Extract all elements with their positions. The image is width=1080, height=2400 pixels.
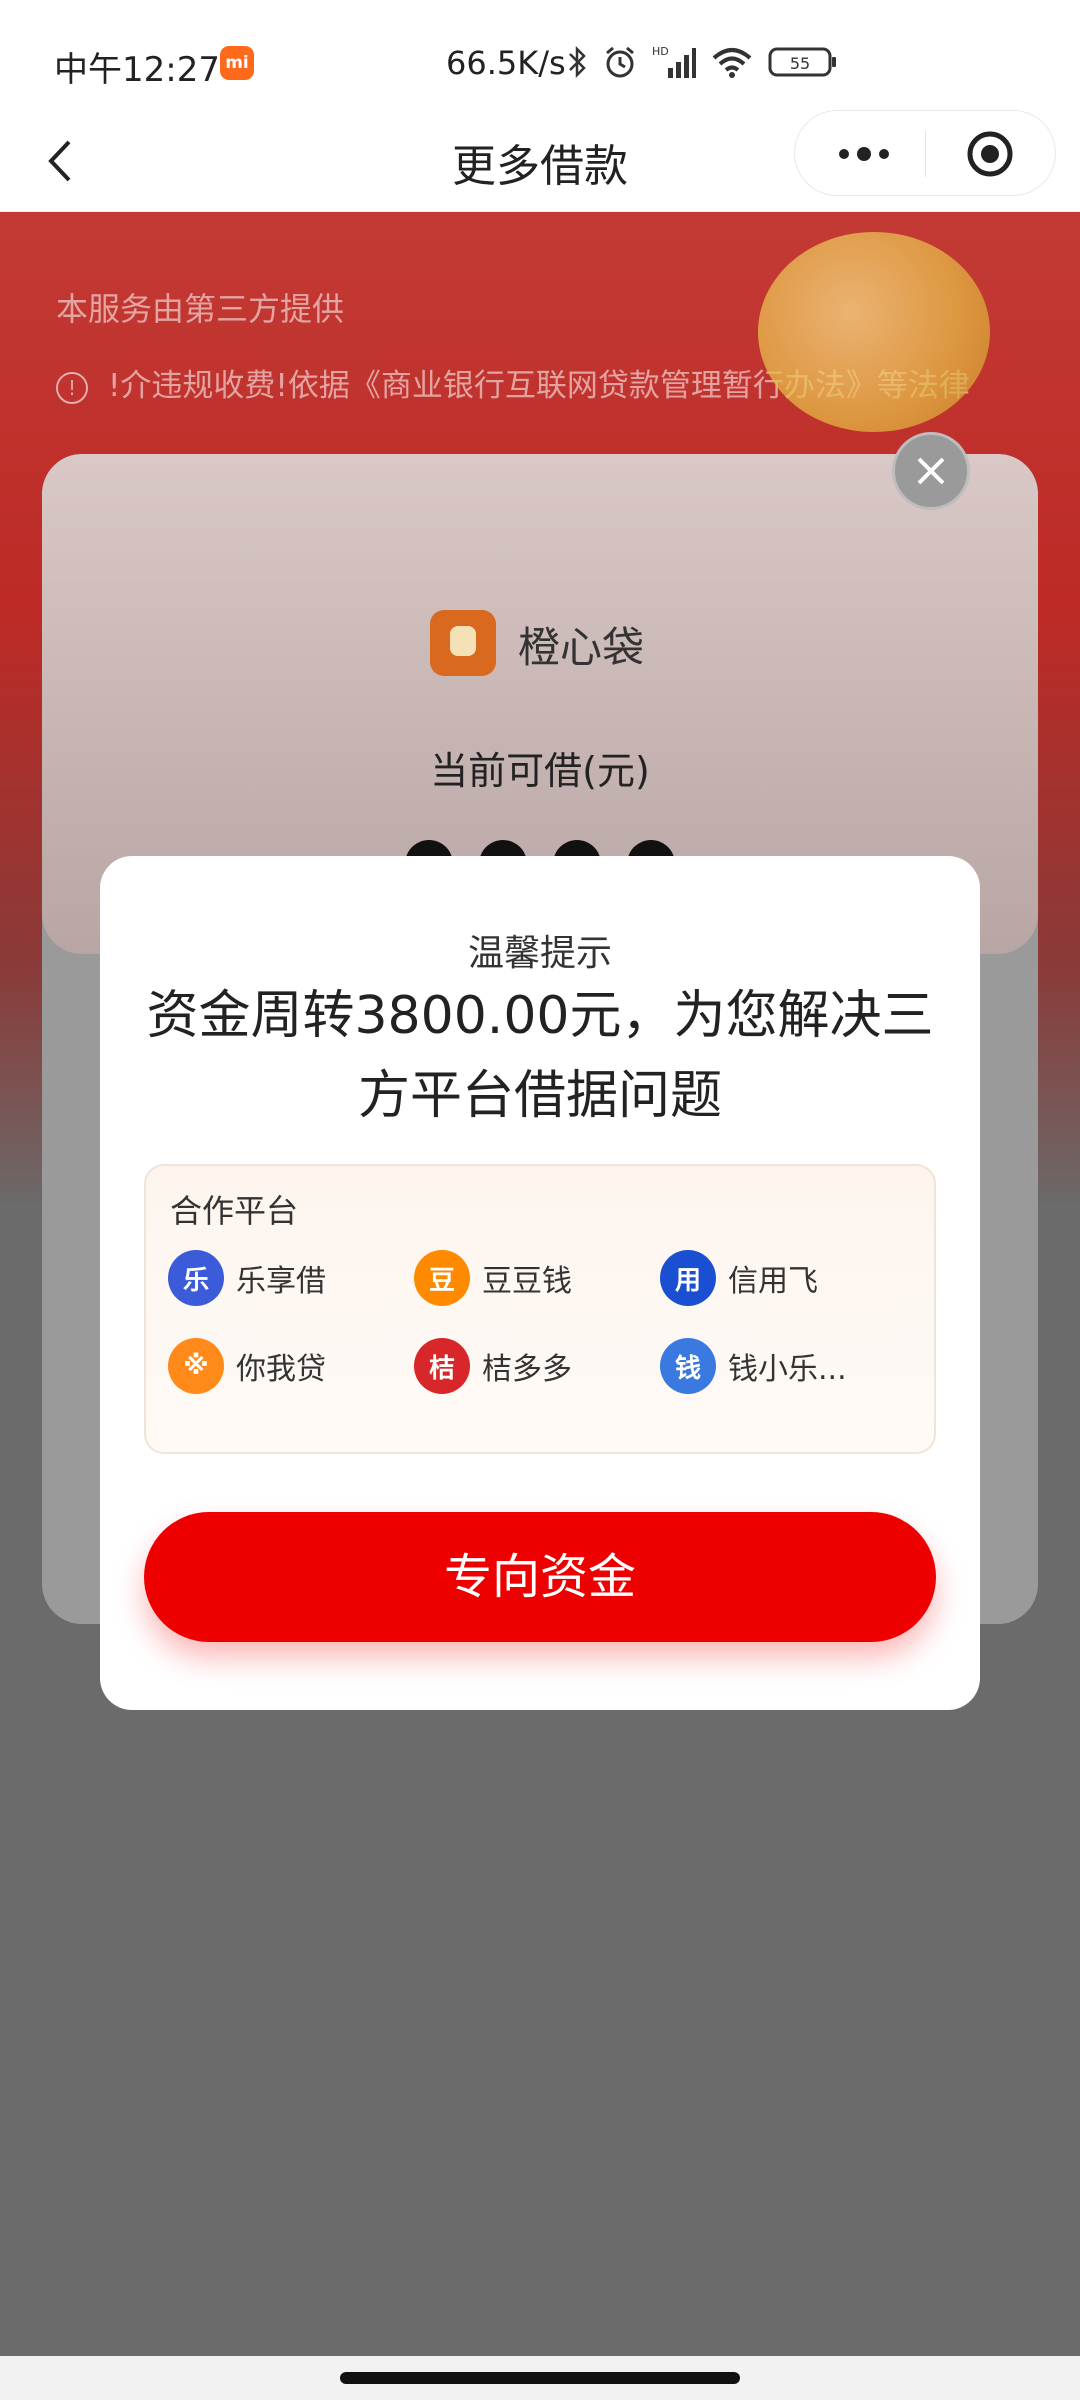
- partner-name: 桔多多: [482, 1352, 572, 1387]
- mi-app-icon: mi: [220, 46, 254, 80]
- wifi-icon: [712, 48, 752, 78]
- warning-icon: !: [56, 371, 88, 404]
- partner-name: 乐享借: [236, 1264, 326, 1299]
- alarm-icon: [606, 46, 634, 78]
- juduoduo-icon: 桔: [414, 1338, 470, 1394]
- lender-logo-icon: [430, 610, 496, 676]
- more-button[interactable]: [809, 111, 919, 197]
- dialog-subtitle: 温馨提示: [467, 933, 612, 974]
- network-speed: 66.5K/s: [446, 44, 566, 82]
- title-bar: 更多借款: [0, 110, 1080, 212]
- doudouqian-icon: 豆: [414, 1250, 470, 1306]
- available-amount-label: 当前可借(元): [430, 749, 650, 793]
- battery-level: 55: [790, 54, 810, 73]
- status-bar: 中午12:27 mi 66.5K/s HD 55: [0, 0, 1080, 110]
- hd-signal-icon: HD: [652, 45, 696, 78]
- capsule-divider: [925, 131, 926, 177]
- partner-name: 你我贷: [236, 1352, 326, 1387]
- xinyongfei-icon: 用: [660, 1250, 716, 1306]
- svg-text:HD: HD: [652, 45, 669, 58]
- lender-name: 橙心袋: [518, 623, 645, 672]
- partner-item[interactable]: 乐 乐享借: [168, 1250, 414, 1306]
- partner-heading: 合作平台: [170, 1192, 299, 1230]
- system-nav-bar: [0, 2356, 1080, 2400]
- battery-icon: 55: [768, 47, 836, 77]
- partner-item[interactable]: 用 信用飞: [660, 1250, 906, 1306]
- provider-note: 本服务由第三方提供: [56, 290, 345, 328]
- home-indicator[interactable]: [340, 2372, 740, 2384]
- dialog-title: 资金周转3800.00元，为您解决三方平台借据问题: [146, 986, 934, 1126]
- lexiangjie-icon: 乐: [168, 1250, 224, 1306]
- miniprogram-capsule: [794, 110, 1056, 196]
- bluetooth-icon: [569, 45, 586, 79]
- partner-grid: 乐 乐享借 豆 豆豆钱 用 信用飞 ※ 你我贷 桔 桔多多 钱 钱小乐...: [168, 1250, 928, 1394]
- status-icons: HD 55: [566, 40, 838, 84]
- target-icon: [967, 131, 1013, 177]
- tip-dialog: 温馨提示 资金周转3800.00元，为您解决三方平台借据问题 合作平台 乐 乐享…: [100, 856, 980, 1710]
- partner-name: 钱小乐...: [728, 1352, 847, 1387]
- partner-item[interactable]: 钱 钱小乐...: [660, 1338, 906, 1394]
- close-miniprogram-button[interactable]: [935, 111, 1045, 197]
- niwodai-icon: ※: [168, 1338, 224, 1394]
- partner-item[interactable]: ※ 你我贷: [168, 1338, 414, 1394]
- more-dots-icon: [839, 147, 889, 161]
- close-icon: [917, 457, 945, 485]
- dedicated-funds-button[interactable]: 专向资金: [144, 1512, 936, 1642]
- partner-name: 豆豆钱: [482, 1264, 572, 1299]
- partner-item[interactable]: 豆 豆豆钱: [414, 1250, 660, 1306]
- qianxiaole-icon: 钱: [660, 1338, 716, 1394]
- partner-name: 信用飞: [728, 1264, 818, 1299]
- gold-coin-decoration: [758, 232, 990, 432]
- status-time: 中午12:27: [54, 50, 220, 90]
- partner-item[interactable]: 桔 桔多多: [414, 1338, 660, 1394]
- partner-platforms: 合作平台 乐 乐享借 豆 豆豆钱 用 信用飞 ※ 你我贷 桔 桔多多 钱 钱小乐…: [144, 1164, 936, 1454]
- close-popup-button[interactable]: [892, 432, 970, 510]
